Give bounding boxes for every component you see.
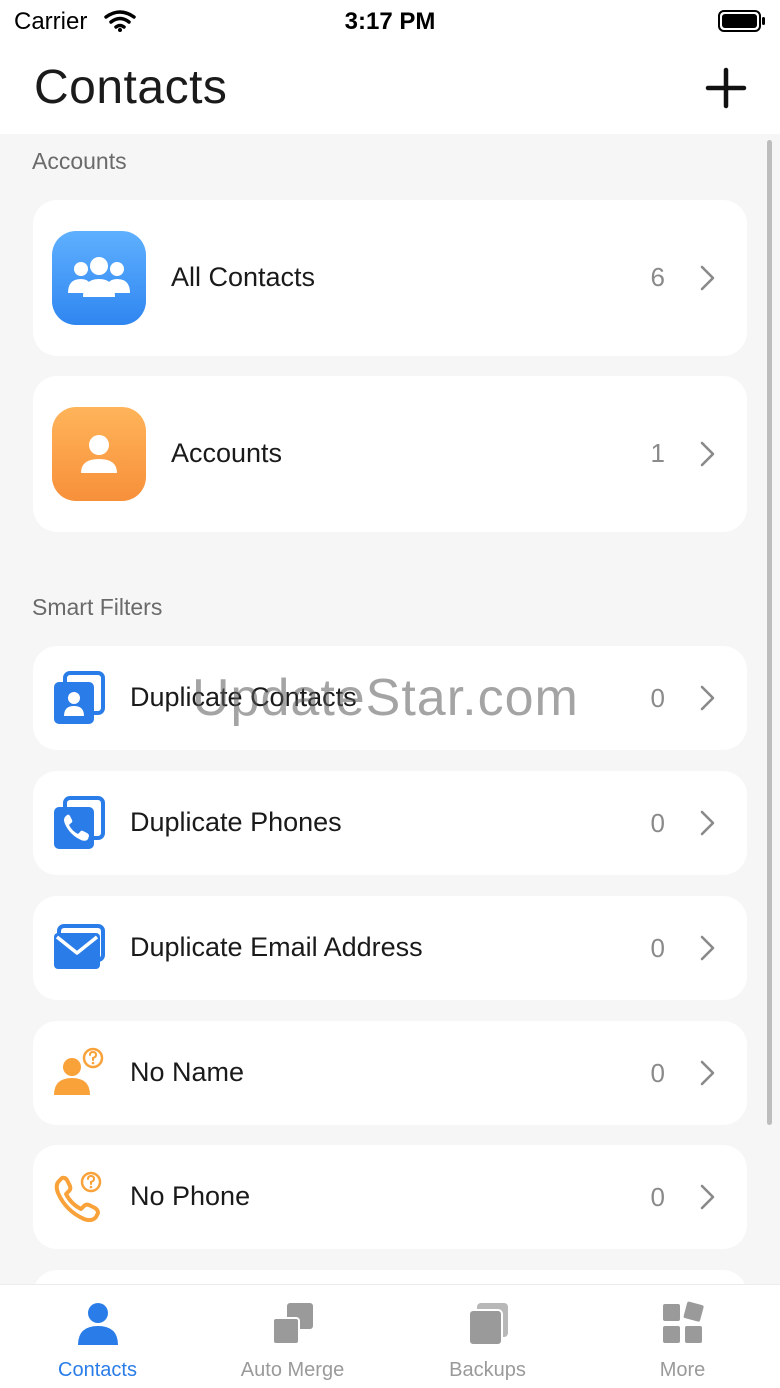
plus-icon[interactable] bbox=[702, 64, 750, 112]
row-count: 1 bbox=[650, 438, 665, 468]
duplicate-email-icon bbox=[54, 924, 105, 969]
chevron-right-icon bbox=[700, 265, 715, 291]
row-all-contacts[interactable]: All Contacts 6 bbox=[33, 200, 747, 356]
tab-label: More bbox=[659, 1359, 706, 1381]
no-name-icon bbox=[54, 1047, 104, 1095]
row-count: 6 bbox=[650, 262, 665, 292]
row-no-name[interactable]: No Name 0 bbox=[33, 1021, 747, 1125]
row-count: 0 bbox=[650, 933, 665, 963]
row-no-phone[interactable]: No Phone 0 bbox=[33, 1145, 747, 1249]
merge-icon bbox=[272, 1303, 313, 1345]
tab-more[interactable]: More bbox=[585, 1285, 780, 1388]
tab-label: Auto Merge bbox=[240, 1359, 345, 1381]
row-count: 0 bbox=[650, 683, 665, 713]
row-count: 0 bbox=[650, 1182, 665, 1212]
content-scroll[interactable]: Accounts All Contacts 6 Accounts 1 Smart… bbox=[0, 134, 780, 1284]
chevron-right-icon bbox=[700, 1184, 715, 1210]
row-duplicate-phones[interactable]: Duplicate Phones 0 bbox=[33, 771, 747, 875]
person-icon bbox=[52, 407, 146, 501]
section-header-smart-filters: Smart Filters bbox=[32, 594, 163, 620]
page-title: Contacts bbox=[34, 61, 228, 114]
section-header-accounts: Accounts bbox=[32, 148, 127, 174]
row-label: Duplicate Email Address bbox=[130, 932, 423, 962]
clock: 3:17 PM bbox=[344, 8, 436, 35]
status-bar: Carrier 3:17 PM bbox=[0, 0, 780, 44]
chevron-right-icon bbox=[700, 685, 715, 711]
group-icon bbox=[52, 231, 146, 325]
row-label: No Phone bbox=[130, 1181, 251, 1211]
scrollbar[interactable] bbox=[767, 140, 772, 1125]
tab-label: Backups bbox=[449, 1359, 526, 1381]
grid-icon bbox=[663, 1301, 704, 1343]
row-label: All Contacts bbox=[171, 262, 316, 292]
backups-icon bbox=[468, 1303, 508, 1346]
no-phone-icon bbox=[54, 1171, 102, 1223]
chevron-right-icon bbox=[700, 935, 715, 961]
row-label: Duplicate Phones bbox=[130, 807, 342, 837]
duplicate-contacts-icon bbox=[54, 671, 105, 724]
row-duplicate-contacts[interactable]: Duplicate Contacts 0 bbox=[33, 646, 747, 750]
row-label: No Name bbox=[130, 1057, 245, 1087]
nav-bar: Contacts bbox=[0, 44, 780, 134]
tab-bar: Contacts Auto Merge Backups More bbox=[0, 1284, 780, 1388]
tab-auto-merge[interactable]: Auto Merge bbox=[195, 1285, 390, 1388]
duplicate-phones-icon bbox=[54, 796, 105, 849]
row-partial[interactable] bbox=[33, 1270, 747, 1284]
row-accounts[interactable]: Accounts 1 bbox=[33, 376, 747, 532]
person-icon bbox=[78, 1303, 118, 1345]
chevron-right-icon bbox=[700, 441, 715, 467]
tab-backups[interactable]: Backups bbox=[390, 1285, 585, 1388]
battery-icon bbox=[718, 10, 765, 32]
row-label: Duplicate Contacts bbox=[130, 682, 357, 712]
chevron-right-icon bbox=[700, 1060, 715, 1086]
row-count: 0 bbox=[650, 808, 665, 838]
row-label: Accounts bbox=[171, 438, 283, 468]
row-count: 0 bbox=[650, 1058, 665, 1088]
chevron-right-icon bbox=[700, 810, 715, 836]
tab-contacts[interactable]: Contacts bbox=[0, 1285, 195, 1388]
row-duplicate-email[interactable]: Duplicate Email Address 0 bbox=[33, 896, 747, 1000]
tab-label: Contacts bbox=[58, 1359, 137, 1381]
